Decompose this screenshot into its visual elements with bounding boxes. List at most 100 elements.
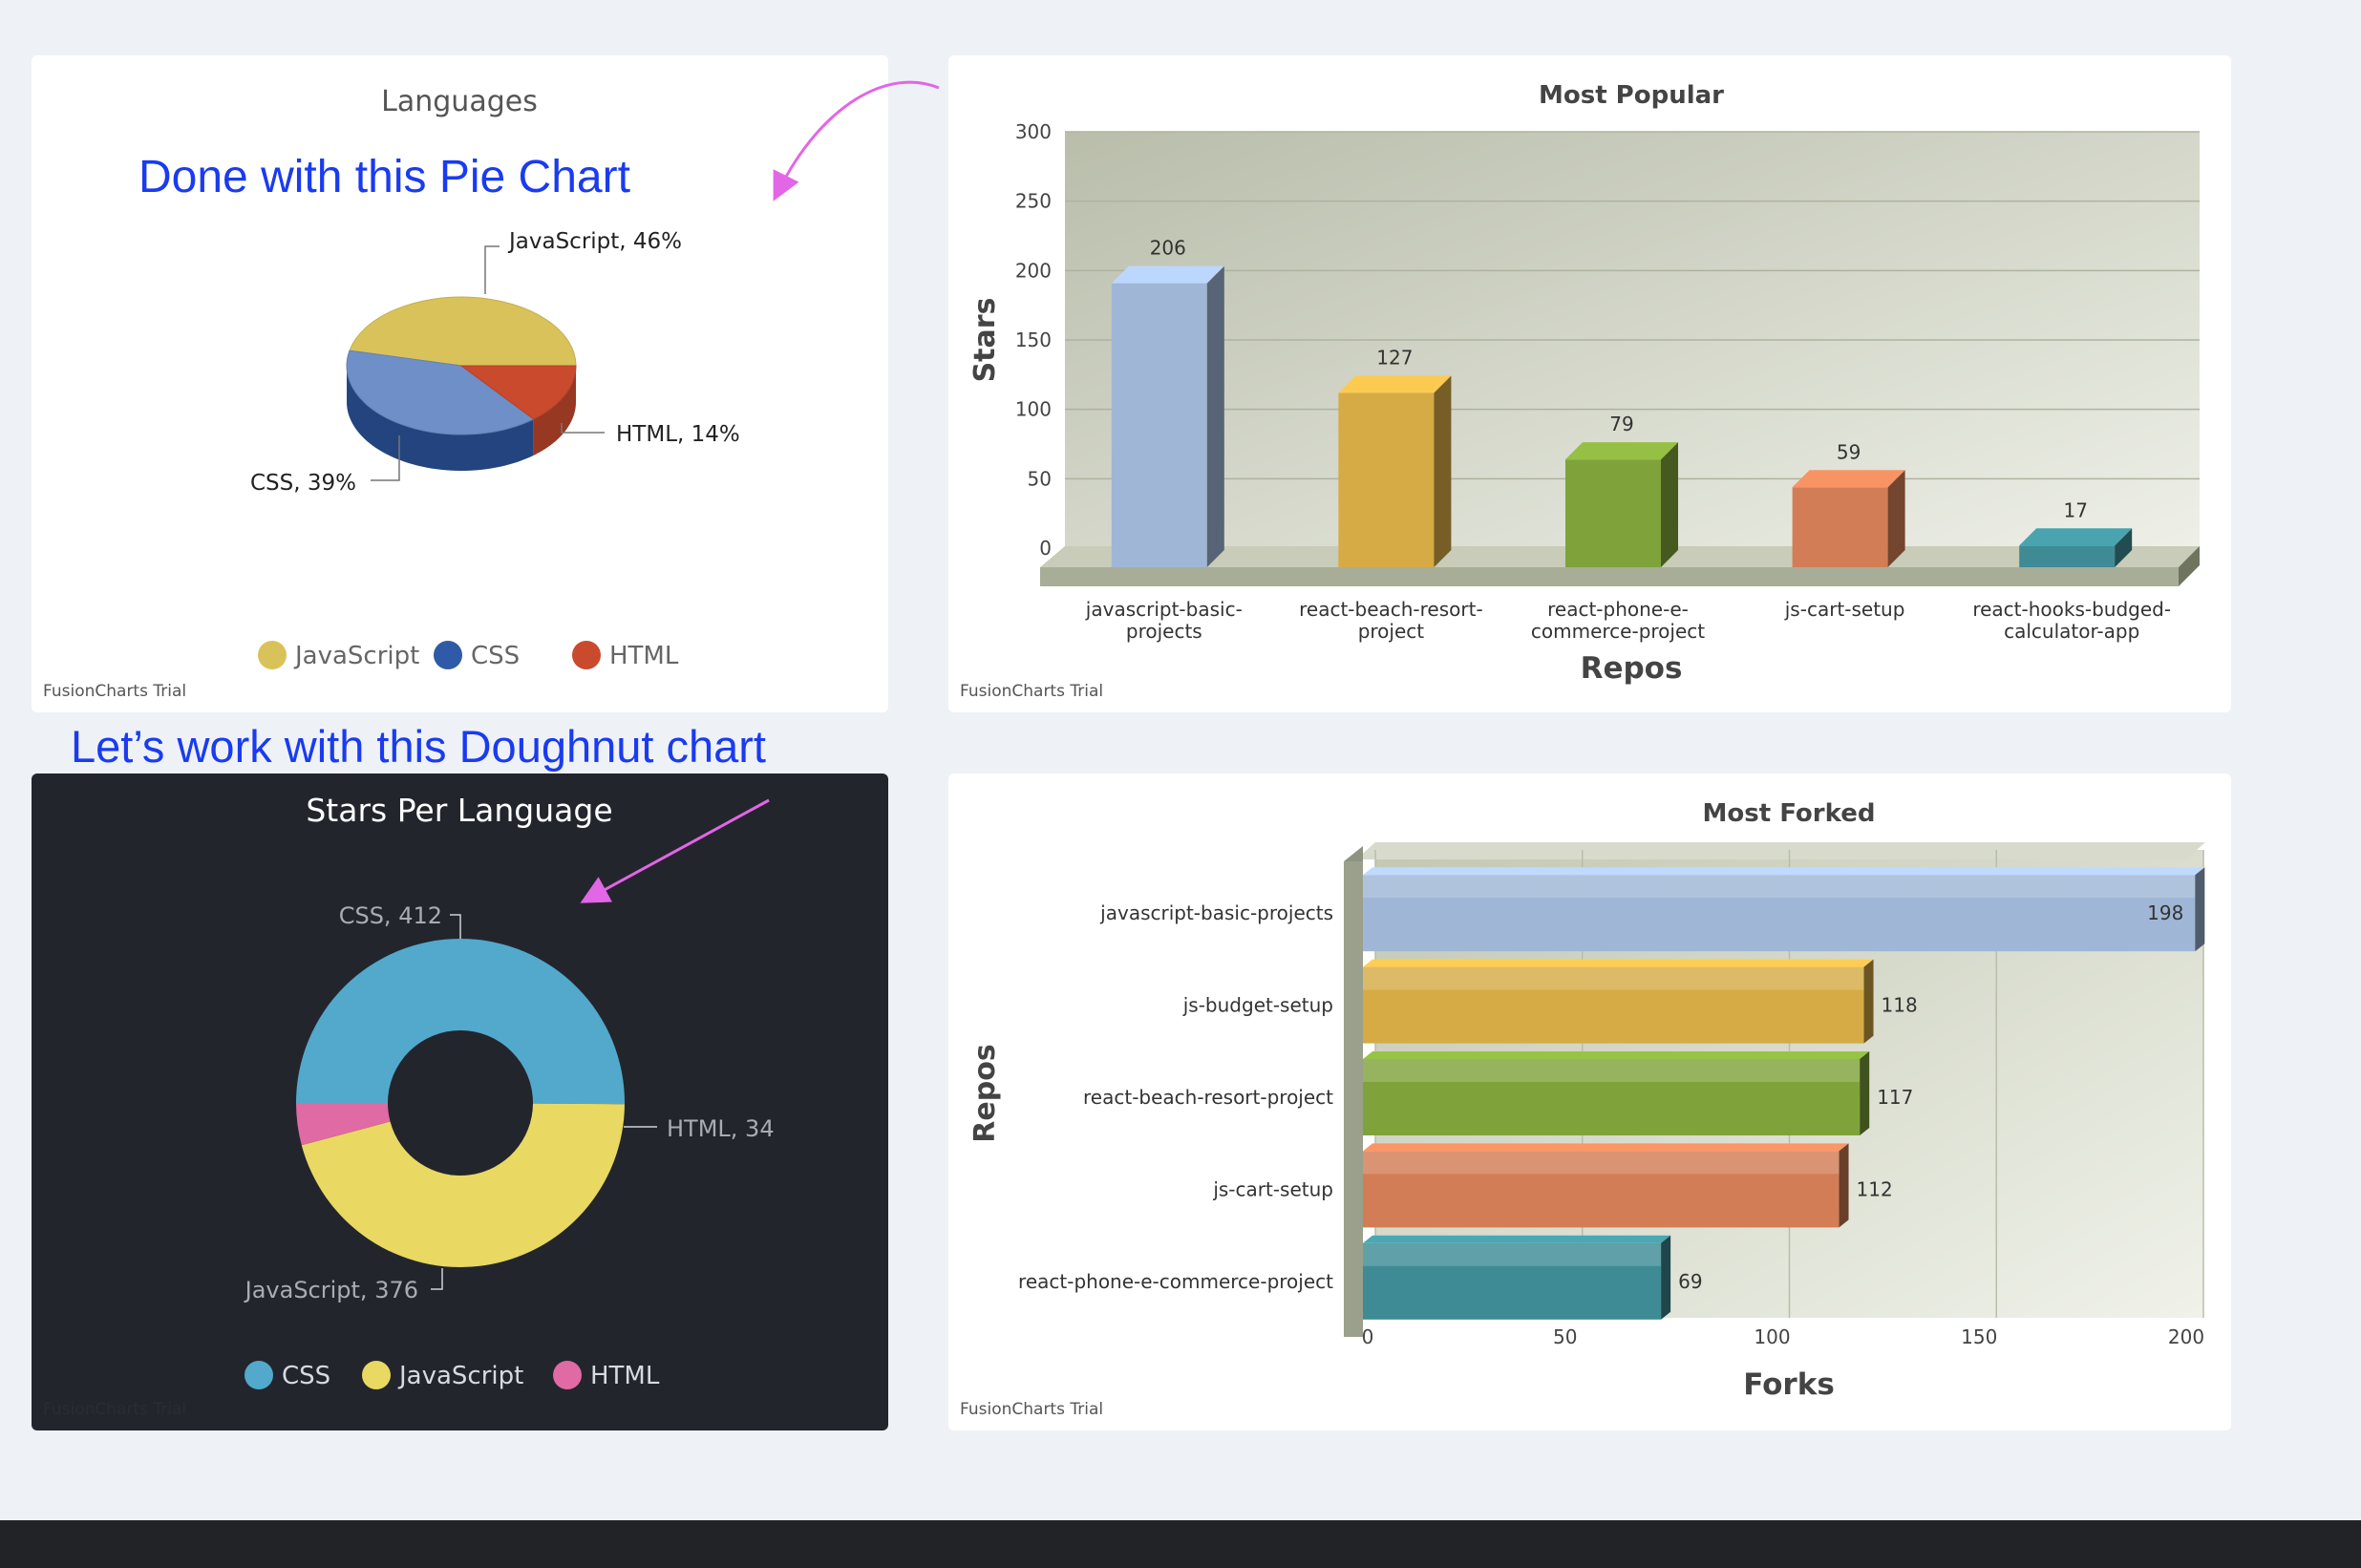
watermark: FusionCharts Trial <box>960 682 1104 701</box>
stars-per-language-doughnut-chart: Stars Per Language CSS, 412 HTML, 34 JavaSc… <box>244 792 775 1390</box>
x-axis-title: Forks <box>1743 1367 1835 1402</box>
bar-top <box>1363 867 2205 876</box>
legend-label-javascript: JavaScript <box>397 1362 523 1390</box>
x-tick-label: 50 <box>1553 1325 1577 1348</box>
bar-side <box>1206 265 1224 567</box>
bar-value-label: 118 <box>1882 994 1918 1017</box>
pie-leader-line <box>484 245 500 294</box>
pie-label-javascript: JavaScript, 46% <box>507 229 682 254</box>
y-tick-label: react-phone-e-commerce-project <box>1018 1270 1333 1293</box>
legend-marker-html <box>572 641 601 669</box>
pie-label-css: CSS, 39% <box>250 471 356 496</box>
x-tick-label: 0 <box>1362 1325 1374 1348</box>
bar-value-label: 112 <box>1857 1177 1893 1200</box>
bar-side <box>1661 442 1678 567</box>
bar-top <box>2019 528 2133 546</box>
y-tick-label: 0 <box>1039 537 1052 560</box>
chart-title: Most Forked <box>1703 799 1876 828</box>
bar-front <box>1111 283 1207 567</box>
bar-2: 118 <box>1363 959 1918 1044</box>
y-tick-label: js-budget-setup <box>1182 994 1333 1017</box>
bar-highlight <box>1363 1151 1840 1175</box>
x-tick-label: 150 <box>1961 1325 1997 1348</box>
y-tick-label: 250 <box>1015 190 1052 213</box>
bar-side <box>1839 1143 1849 1228</box>
legend-label-html: HTML <box>609 642 679 670</box>
legend-label-css: CSS <box>471 642 520 670</box>
bar-value-label: 69 <box>1678 1270 1702 1293</box>
watermark: FusionCharts Trial <box>43 1400 187 1419</box>
bar-highlight <box>1363 1242 1662 1266</box>
doughnut-leader-line <box>431 1268 443 1290</box>
bar-top <box>1363 1143 1849 1152</box>
y-axis-title: Repos <box>968 1044 1002 1142</box>
legend-label-css: CSS <box>282 1362 330 1390</box>
bar-value-label: 117 <box>1877 1086 1913 1109</box>
y-tick-label: 50 <box>1028 467 1052 490</box>
pie-label-html: HTML, 14% <box>616 422 740 447</box>
plot-top-edge <box>1356 842 2205 859</box>
y-axis-title: Stars <box>968 298 1002 383</box>
bar-highlight <box>1363 1059 1861 1082</box>
x-tick-label: react-hooks-budged- <box>1972 598 2171 621</box>
bar-top <box>1363 959 1874 967</box>
watermark: FusionCharts Trial <box>43 682 187 701</box>
chart-title: Most Popular <box>1539 81 1724 110</box>
bar-value-label: 127 <box>1376 346 1413 369</box>
bar-top <box>1363 1235 1671 1243</box>
doughnut-label-html: HTML, 34 <box>667 1115 775 1142</box>
bar-2: 127 <box>1338 346 1452 567</box>
legend-marker-css <box>434 641 462 669</box>
legend-label-html: HTML <box>590 1362 660 1390</box>
y-tick-label: javascript-basic-projects <box>1099 901 1333 924</box>
bar-4: 112 <box>1363 1143 1893 1228</box>
legend-marker-css <box>245 1361 273 1389</box>
bar-highlight <box>1363 875 2196 899</box>
y-tick-label: 100 <box>1015 398 1052 421</box>
most-popular-bar-chart: Most Popular 0 50 100 150 200 250 300 Stars Repos… <box>968 81 2200 686</box>
bar-side <box>1661 1235 1671 1320</box>
most-forked-bar-chart: Most Forked 0 50 100 150 200 Repos Forks 198 java… <box>968 799 2205 1402</box>
bar-front <box>2019 545 2116 567</box>
legend-marker-html <box>553 1361 582 1389</box>
x-tick-label: commerce-project <box>1531 620 1705 643</box>
bar-value-label: 79 <box>1609 413 1633 435</box>
bar-top <box>1111 265 1224 284</box>
x-tick-label: project <box>1358 620 1425 643</box>
bar-value-label: 59 <box>1837 440 1861 463</box>
doughnut-slice-css <box>296 938 626 1105</box>
y-tick-label: 150 <box>1015 328 1052 351</box>
bar-side <box>1860 1051 1870 1135</box>
x-tick-label: 100 <box>1754 1325 1790 1348</box>
most-popular-card: Most Popular 0 50 100 150 200 250 300 Stars Repos… <box>948 55 2231 712</box>
bar-value-label: 17 <box>2063 498 2087 521</box>
legend-marker-javascript <box>362 1361 391 1389</box>
x-tick-label: projects <box>1126 620 1202 643</box>
doughnut-label-css: CSS, 412 <box>339 902 442 929</box>
watermark: FusionCharts Trial <box>960 1400 1104 1419</box>
bar-value-label: 198 <box>2147 901 2183 924</box>
pie-annotation: Done with this Pie Chart <box>138 152 630 202</box>
bar-highlight <box>1363 966 1864 990</box>
plot-left-wall-face <box>1344 861 1363 1337</box>
bar-front <box>1565 459 1661 567</box>
x-tick-label: js-cart-setup <box>1784 598 1905 621</box>
bar-side <box>1863 959 1874 1044</box>
plot-floor-front <box>1040 567 2179 586</box>
bar-1: 198 <box>1363 867 2205 952</box>
doughnut-label-javascript: JavaScript, 376 <box>244 1277 418 1303</box>
doughnut-annotation: Let’s work with this Doughnut chart <box>71 721 766 772</box>
bar-front <box>1338 392 1435 567</box>
bar-side <box>1434 375 1452 567</box>
bar-3: 117 <box>1363 1051 1913 1135</box>
doughnut-leader-line <box>450 914 461 939</box>
y-tick-label: react-beach-resort-project <box>1083 1086 1333 1109</box>
bar-top <box>1792 470 1905 488</box>
bar-front <box>1792 487 1888 567</box>
bar-value-label: 206 <box>1150 237 1186 260</box>
bar-top <box>1363 1051 1870 1059</box>
x-tick-label: javascript-basic- <box>1085 598 1243 621</box>
x-tick-label: react-beach-resort- <box>1299 598 1483 621</box>
x-tick-label: 200 <box>2168 1325 2204 1348</box>
bar-top <box>1338 375 1452 393</box>
